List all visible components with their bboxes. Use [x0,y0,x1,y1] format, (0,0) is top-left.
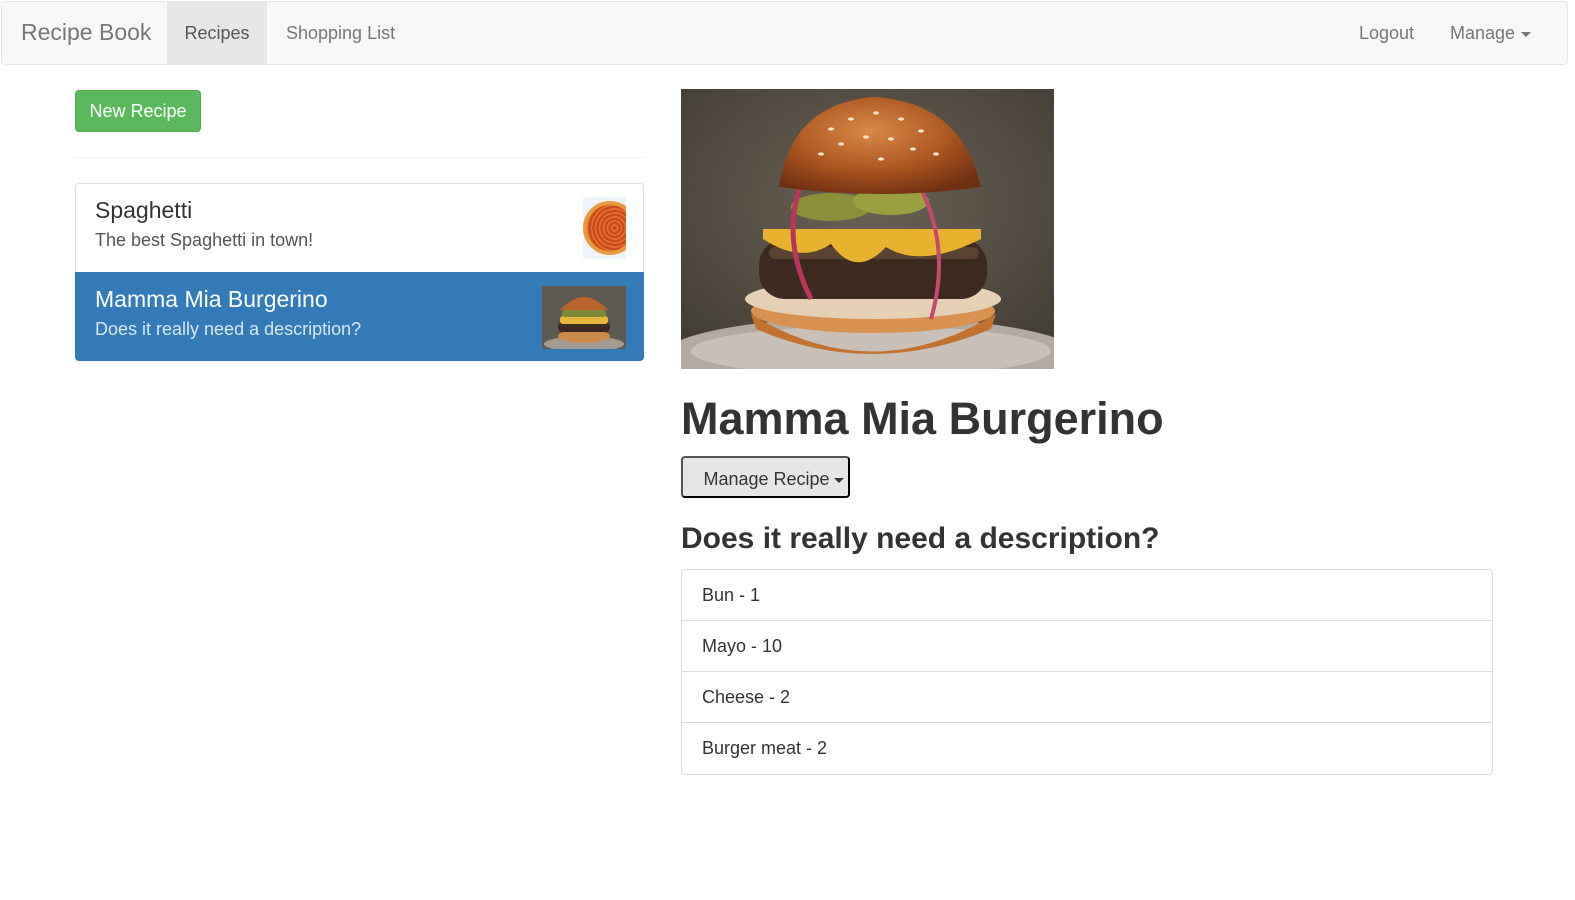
recipe-item-burger[interactable]: Mamma Mia Burgerino Does it really need … [75,272,644,361]
recipe-thumbnail [542,286,626,349]
recipe-list: Spaghetti The best Spaghetti in town! Ma… [75,183,644,361]
recipe-description: Does it really need a description? [681,522,1160,555]
ingredient-list: Bun - 1 Mayo - 10 Cheese - 2 Burger meat… [681,569,1493,775]
nav-recipes[interactable]: Recipes [167,2,267,64]
ingredient-amount: 2 [817,738,828,758]
recipe-thumbnail [583,197,626,259]
chevron-down-icon [833,477,844,483]
recipe-item-spaghetti[interactable]: Spaghetti The best Spaghetti in town! [75,183,644,273]
divider [75,157,644,158]
recipe-name: Spaghetti [95,197,193,223]
ingredient-item[interactable]: Mayo - 10 [682,621,1492,672]
ingredient-amount: 10 [762,636,783,656]
ingredient-item[interactable]: Cheese - 2 [682,672,1492,723]
recipe-description: The best Spaghetti in town! [95,230,314,250]
manage-dropdown[interactable]: Manage [1450,2,1532,64]
recipe-description: Does it really need a description? [95,319,362,339]
ingredient-amount: 1 [750,585,761,605]
ingredient-amount: 2 [780,687,791,707]
chevron-down-icon [1521,31,1532,37]
logout-link[interactable]: Logout [1359,2,1414,64]
recipe-name: Mamma Mia Burgerino [95,286,328,312]
manage-recipe-button[interactable]: Manage Recipe [681,456,850,498]
ingredient-name: Cheese [702,687,765,707]
ingredient-name: Mayo [702,636,747,656]
new-recipe-button[interactable]: New Recipe [75,90,201,132]
navbar: Recipe Book Recipes Shopping List Logout… [1,1,1568,65]
ingredient-item[interactable]: Burger meat - 2 [682,723,1492,774]
ingredient-item[interactable]: Bun - 1 [682,570,1492,621]
manage-dropdown-label: Manage [1450,23,1516,43]
nav-shopping-list[interactable]: Shopping List [286,2,395,64]
recipe-image [681,89,1054,369]
manage-recipe-label: Manage Recipe [703,469,830,489]
brand-link[interactable]: Recipe Book [21,19,151,46]
recipe-title: Mamma Mia Burgerino [681,393,1164,444]
ingredient-name: Bun [702,585,735,605]
ingredient-name: Burger meat [702,738,802,758]
